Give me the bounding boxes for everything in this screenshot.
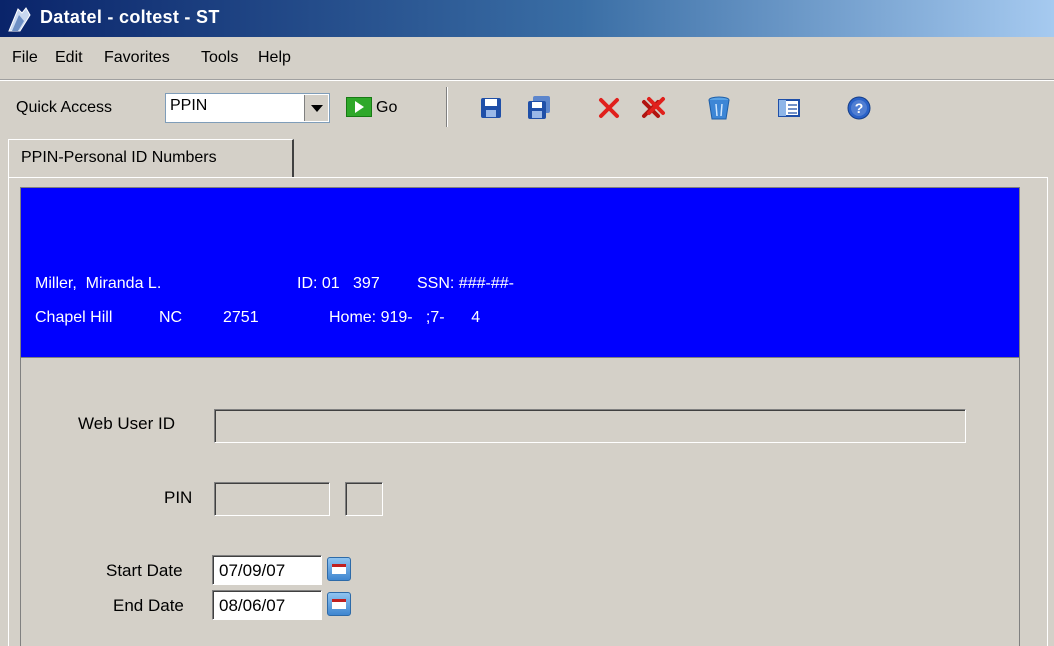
tab-label: PPIN-Personal ID Numbers: [21, 149, 217, 166]
quick-access-combo[interactable]: PPIN: [165, 93, 330, 123]
start-date-label: Start Date: [106, 561, 183, 580]
person-city: Chapel Hill: [35, 309, 113, 326]
save-icon[interactable]: [478, 95, 504, 121]
menu-favorites[interactable]: Favorites: [104, 49, 170, 67]
window-title: Datatel - coltest - ST: [40, 7, 220, 27]
start-date-field[interactable]: 07/09/07: [212, 555, 322, 585]
quick-access-label: Quick Access: [16, 99, 113, 116]
cancel-icon[interactable]: [596, 95, 622, 121]
menu-file[interactable]: File: [12, 49, 38, 67]
toolbar-separator: [446, 87, 447, 127]
web-user-id-field[interactable]: [214, 409, 966, 443]
end-date-field[interactable]: 08/06/07: [212, 590, 322, 620]
start-date-value: 07/09/07: [219, 561, 286, 580]
person-header: Miller, Miranda L. ID: 01 397 SSN: ###-#…: [20, 187, 1020, 358]
pin-confirm-field[interactable]: [345, 482, 383, 516]
calendar-icon[interactable]: [327, 592, 351, 616]
tab-bar: PPIN-Personal ID Numbers: [0, 133, 1054, 177]
person-ssn: SSN: ###-##-: [417, 275, 514, 292]
pin-field[interactable]: [214, 482, 330, 516]
person-zip: 2751: [223, 309, 259, 326]
quick-access-value[interactable]: PPIN: [170, 97, 207, 115]
go-arrow-icon: [346, 97, 372, 117]
person-id: ID: 01 397: [297, 275, 380, 292]
toolbar: Quick Access PPIN Go ?: [0, 80, 1054, 134]
tab-ppin[interactable]: PPIN-Personal ID Numbers: [8, 139, 294, 177]
svg-text:?: ?: [855, 100, 864, 116]
person-home-phone: Home: 919- ;7- 4: [329, 309, 481, 326]
menu-edit[interactable]: Edit: [55, 49, 83, 67]
end-date-label: End Date: [113, 596, 184, 615]
menu-tools[interactable]: Tools: [201, 49, 238, 67]
end-date-value: 08/06/07: [219, 596, 286, 615]
cancel-all-icon[interactable]: [640, 95, 666, 121]
person-state: NC: [159, 309, 183, 326]
save-all-icon[interactable]: [526, 95, 552, 121]
web-user-id-label: Web User ID: [78, 414, 175, 433]
person-name: Miller, Miranda L.: [35, 275, 162, 292]
datatel-logo-icon: [8, 7, 31, 32]
chevron-down-icon[interactable]: [304, 95, 328, 121]
menu-bar: File Edit Favorites Tools Help: [0, 37, 1054, 80]
pin-label: PIN: [164, 488, 193, 507]
go-label: Go: [376, 99, 398, 116]
detail-view-icon[interactable]: [776, 95, 802, 121]
menu-help[interactable]: Help: [258, 49, 291, 67]
title-bar: Datatel - coltest - ST: [0, 0, 1054, 37]
trash-icon[interactable]: [706, 95, 732, 121]
help-icon[interactable]: ?: [846, 95, 872, 121]
calendar-icon[interactable]: [327, 557, 351, 581]
